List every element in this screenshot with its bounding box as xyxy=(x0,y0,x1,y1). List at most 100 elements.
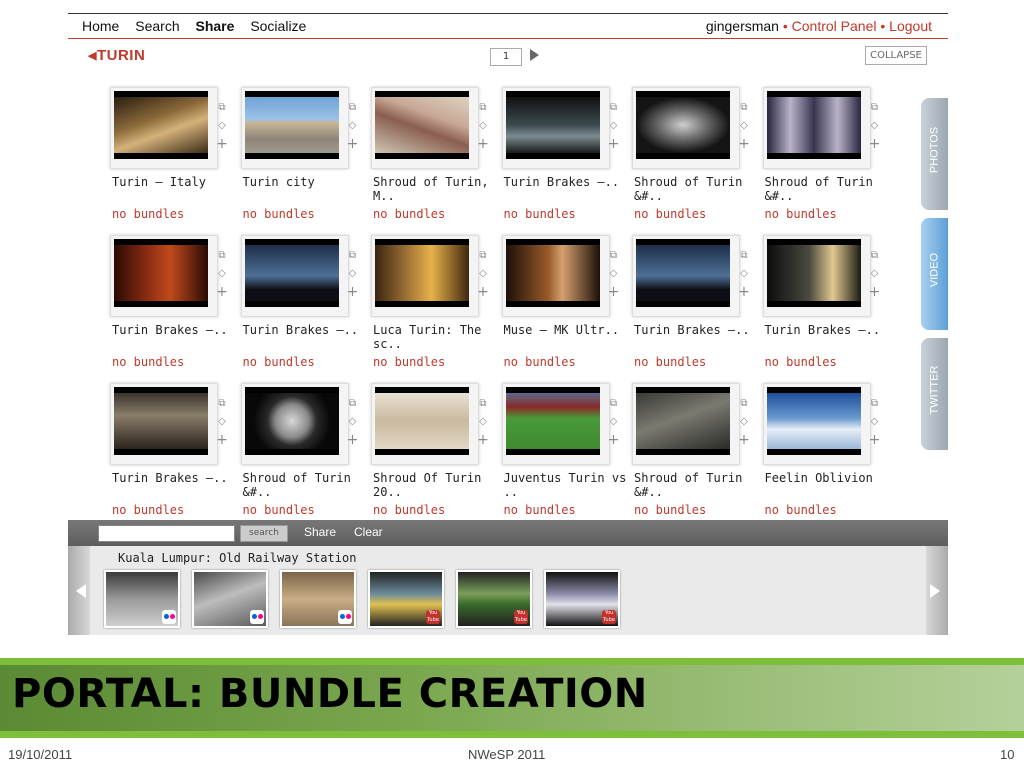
open-external-icon[interactable]: ⧉ xyxy=(608,99,620,117)
media-card[interactable]: ⧉ ◇ + Juventus Turin vs .. no bundles xyxy=(500,381,630,523)
tag-icon[interactable]: ◇ xyxy=(869,413,881,431)
nav-home[interactable]: Home xyxy=(82,18,119,34)
open-external-icon[interactable]: ⧉ xyxy=(869,99,881,117)
add-icon[interactable]: + xyxy=(869,283,881,301)
media-thumbnail[interactable] xyxy=(632,235,740,317)
add-icon[interactable]: + xyxy=(347,431,359,449)
media-thumbnail[interactable] xyxy=(501,383,610,465)
tag-icon[interactable]: ◇ xyxy=(869,117,881,135)
media-card[interactable]: ⧉ ◇ + Turin Brakes –.. no bundles xyxy=(630,233,760,375)
media-card[interactable]: ⧉ ◇ + Shroud of Turin, M.. no bundles xyxy=(369,85,499,227)
tag-icon[interactable]: ◇ xyxy=(216,413,228,431)
media-thumbnail[interactable] xyxy=(110,383,218,465)
open-external-icon[interactable]: ⧉ xyxy=(477,395,489,413)
add-icon[interactable]: + xyxy=(477,135,489,153)
media-card[interactable]: ⧉ ◇ + Turin Brakes –.. no bundles xyxy=(500,85,630,227)
add-icon[interactable]: + xyxy=(347,135,359,153)
scroll-left-button[interactable] xyxy=(68,546,90,635)
clear-link[interactable]: Clear xyxy=(354,525,383,539)
tag-icon[interactable]: ◇ xyxy=(347,117,359,135)
add-icon[interactable]: + xyxy=(608,283,620,301)
media-thumbnail[interactable] xyxy=(110,87,218,169)
media-card[interactable]: ⧉ ◇ + Luca Turin: The sc.. no bundles xyxy=(369,233,499,375)
add-icon[interactable]: + xyxy=(869,135,881,153)
media-thumbnail[interactable] xyxy=(240,383,349,465)
add-icon[interactable]: + xyxy=(216,283,228,301)
media-thumbnail[interactable] xyxy=(762,87,871,169)
tab-video[interactable]: VIDEO xyxy=(921,218,948,330)
media-thumbnail[interactable] xyxy=(501,235,610,317)
add-icon[interactable]: + xyxy=(477,431,489,449)
media-card[interactable]: ⧉ ◇ + Shroud Of Turin 20.. no bundles xyxy=(369,381,499,523)
media-thumbnail[interactable] xyxy=(240,235,349,317)
media-thumbnail[interactable] xyxy=(371,383,479,465)
tag-icon[interactable]: ◇ xyxy=(477,413,489,431)
media-card[interactable]: ⧉ ◇ + Shroud of Turin &#.. no bundles xyxy=(630,381,760,523)
open-external-icon[interactable]: ⧉ xyxy=(608,247,620,265)
open-external-icon[interactable]: ⧉ xyxy=(347,395,359,413)
nav-search[interactable]: Search xyxy=(135,18,179,34)
open-external-icon[interactable]: ⧉ xyxy=(216,395,228,413)
media-thumbnail[interactable] xyxy=(762,383,871,465)
open-external-icon[interactable]: ⧉ xyxy=(347,247,359,265)
tag-icon[interactable]: ◇ xyxy=(608,413,620,431)
media-thumbnail[interactable] xyxy=(110,235,218,317)
add-icon[interactable]: + xyxy=(477,283,489,301)
nav-socialize[interactable]: Socialize xyxy=(250,18,306,34)
media-card[interactable]: ⧉ ◇ + Turin Brakes –.. no bundles xyxy=(108,381,238,523)
next-page-icon[interactable] xyxy=(530,49,539,61)
media-thumbnail[interactable] xyxy=(632,383,740,465)
media-thumbnail[interactable] xyxy=(632,87,740,169)
tag-icon[interactable]: ◇ xyxy=(608,265,620,283)
add-icon[interactable]: + xyxy=(347,283,359,301)
tag-icon[interactable]: ◇ xyxy=(216,117,228,135)
bundle-thumbnail[interactable]: You Tube xyxy=(544,570,620,628)
media-card[interactable]: ⧉ ◇ + Shroud of Turin &#.. no bundles xyxy=(239,381,369,523)
media-thumbnail[interactable] xyxy=(762,235,871,317)
bundle-thumbnail[interactable]: You Tube xyxy=(368,570,444,628)
media-thumbnail[interactable] xyxy=(501,87,610,169)
media-card[interactable]: ⧉ ◇ + Turin Brakes –.. no bundles xyxy=(108,233,238,375)
bundle-thumbnail[interactable] xyxy=(104,570,180,628)
media-card[interactable]: ⧉ ◇ + Muse – MK Ultr.. no bundles xyxy=(500,233,630,375)
media-card[interactable]: ⧉ ◇ + Feelin Oblivion no bundles xyxy=(761,381,891,523)
add-icon[interactable]: + xyxy=(738,283,750,301)
tag-icon[interactable]: ◇ xyxy=(477,265,489,283)
media-card[interactable]: ⧉ ◇ + Turin Brakes –.. no bundles xyxy=(761,233,891,375)
open-external-icon[interactable]: ⧉ xyxy=(216,99,228,117)
tag-icon[interactable]: ◇ xyxy=(738,117,750,135)
add-icon[interactable]: + xyxy=(216,431,228,449)
open-external-icon[interactable]: ⧉ xyxy=(869,395,881,413)
open-external-icon[interactable]: ⧉ xyxy=(738,99,750,117)
open-external-icon[interactable]: ⧉ xyxy=(738,395,750,413)
scroll-right-button[interactable] xyxy=(926,546,948,635)
location-back-link[interactable]: ◀TURIN xyxy=(88,47,145,64)
media-card[interactable]: ⧉ ◇ + Turin city no bundles xyxy=(239,85,369,227)
open-external-icon[interactable]: ⧉ xyxy=(477,247,489,265)
tag-icon[interactable]: ◇ xyxy=(216,265,228,283)
open-external-icon[interactable]: ⧉ xyxy=(477,99,489,117)
bundle-thumbnail[interactable] xyxy=(192,570,268,628)
logout-link[interactable]: Logout xyxy=(889,18,932,34)
add-icon[interactable]: + xyxy=(869,431,881,449)
media-thumbnail[interactable] xyxy=(371,235,479,317)
tag-icon[interactable]: ◇ xyxy=(738,265,750,283)
open-external-icon[interactable]: ⧉ xyxy=(347,99,359,117)
tag-icon[interactable]: ◇ xyxy=(347,413,359,431)
add-icon[interactable]: + xyxy=(608,431,620,449)
collapse-button[interactable]: COLLAPSE xyxy=(865,46,927,65)
open-external-icon[interactable]: ⧉ xyxy=(608,395,620,413)
add-icon[interactable]: + xyxy=(738,431,750,449)
media-thumbnail[interactable] xyxy=(371,87,479,169)
search-input[interactable] xyxy=(98,525,235,542)
bundle-thumbnail[interactable] xyxy=(280,570,356,628)
tab-twitter[interactable]: TWITTER xyxy=(921,338,948,450)
add-icon[interactable]: + xyxy=(738,135,750,153)
tab-photos[interactable]: PHOTOS xyxy=(921,98,948,210)
add-icon[interactable]: + xyxy=(608,135,620,153)
tag-icon[interactable]: ◇ xyxy=(347,265,359,283)
tag-icon[interactable]: ◇ xyxy=(608,117,620,135)
tag-icon[interactable]: ◇ xyxy=(869,265,881,283)
media-card[interactable]: ⧉ ◇ + Turin Brakes –.. no bundles xyxy=(239,233,369,375)
media-thumbnail[interactable] xyxy=(240,87,349,169)
